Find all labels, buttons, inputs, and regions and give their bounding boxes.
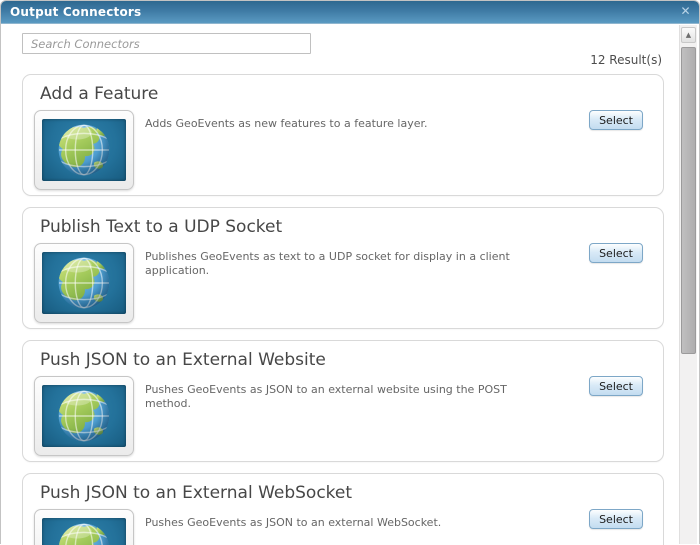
connector-description: Publishes GeoEvents as text to a UDP soc… (145, 250, 553, 278)
scrollbar[interactable]: ▲ (679, 25, 697, 544)
globe-thumbnail (34, 110, 134, 190)
scroll-up-button[interactable]: ▲ (681, 27, 696, 43)
scrollbar-thumb[interactable] (681, 47, 696, 354)
globe-icon (42, 518, 126, 545)
connector-title: Push JSON to an External WebSocket (40, 483, 352, 503)
close-icon[interactable]: ✕ (678, 4, 693, 19)
select-button[interactable]: Select (589, 376, 643, 396)
connector-title: Publish Text to a UDP Socket (40, 217, 282, 237)
search-input[interactable] (22, 33, 311, 54)
connector-title: Push JSON to an External Website (40, 350, 326, 370)
connector-card: Publish Text to a UDP Socket (22, 207, 664, 329)
results-count: 12 Result(s) (590, 53, 662, 67)
connector-card: Add a Feature (22, 74, 664, 196)
connector-title: Add a Feature (40, 84, 158, 104)
connector-card: Push JSON to an External Website (22, 340, 664, 462)
dialog-title: Output Connectors (10, 5, 141, 19)
connector-description: Pushes GeoEvents as JSON to an external … (145, 516, 553, 530)
dialog-header: Output Connectors ✕ (1, 1, 699, 24)
globe-thumbnail (34, 243, 134, 323)
connector-list: Add a Feature (22, 74, 664, 545)
select-button[interactable]: Select (589, 509, 643, 529)
output-connectors-dialog: Output Connectors ✕ 12 Result(s) Add a F… (0, 0, 700, 544)
select-button[interactable]: Select (589, 110, 643, 130)
globe-icon (42, 252, 126, 314)
connector-description: Pushes GeoEvents as JSON to an external … (145, 383, 553, 411)
connector-description: Adds GeoEvents as new features to a feat… (145, 117, 553, 131)
globe-thumbnail (34, 376, 134, 456)
globe-thumbnail (34, 509, 134, 545)
globe-icon (42, 119, 126, 181)
globe-icon (42, 385, 126, 447)
select-button[interactable]: Select (589, 243, 643, 263)
connector-card: Push JSON to an External WebSocket (22, 473, 664, 545)
up-arrow-icon: ▲ (686, 31, 691, 39)
